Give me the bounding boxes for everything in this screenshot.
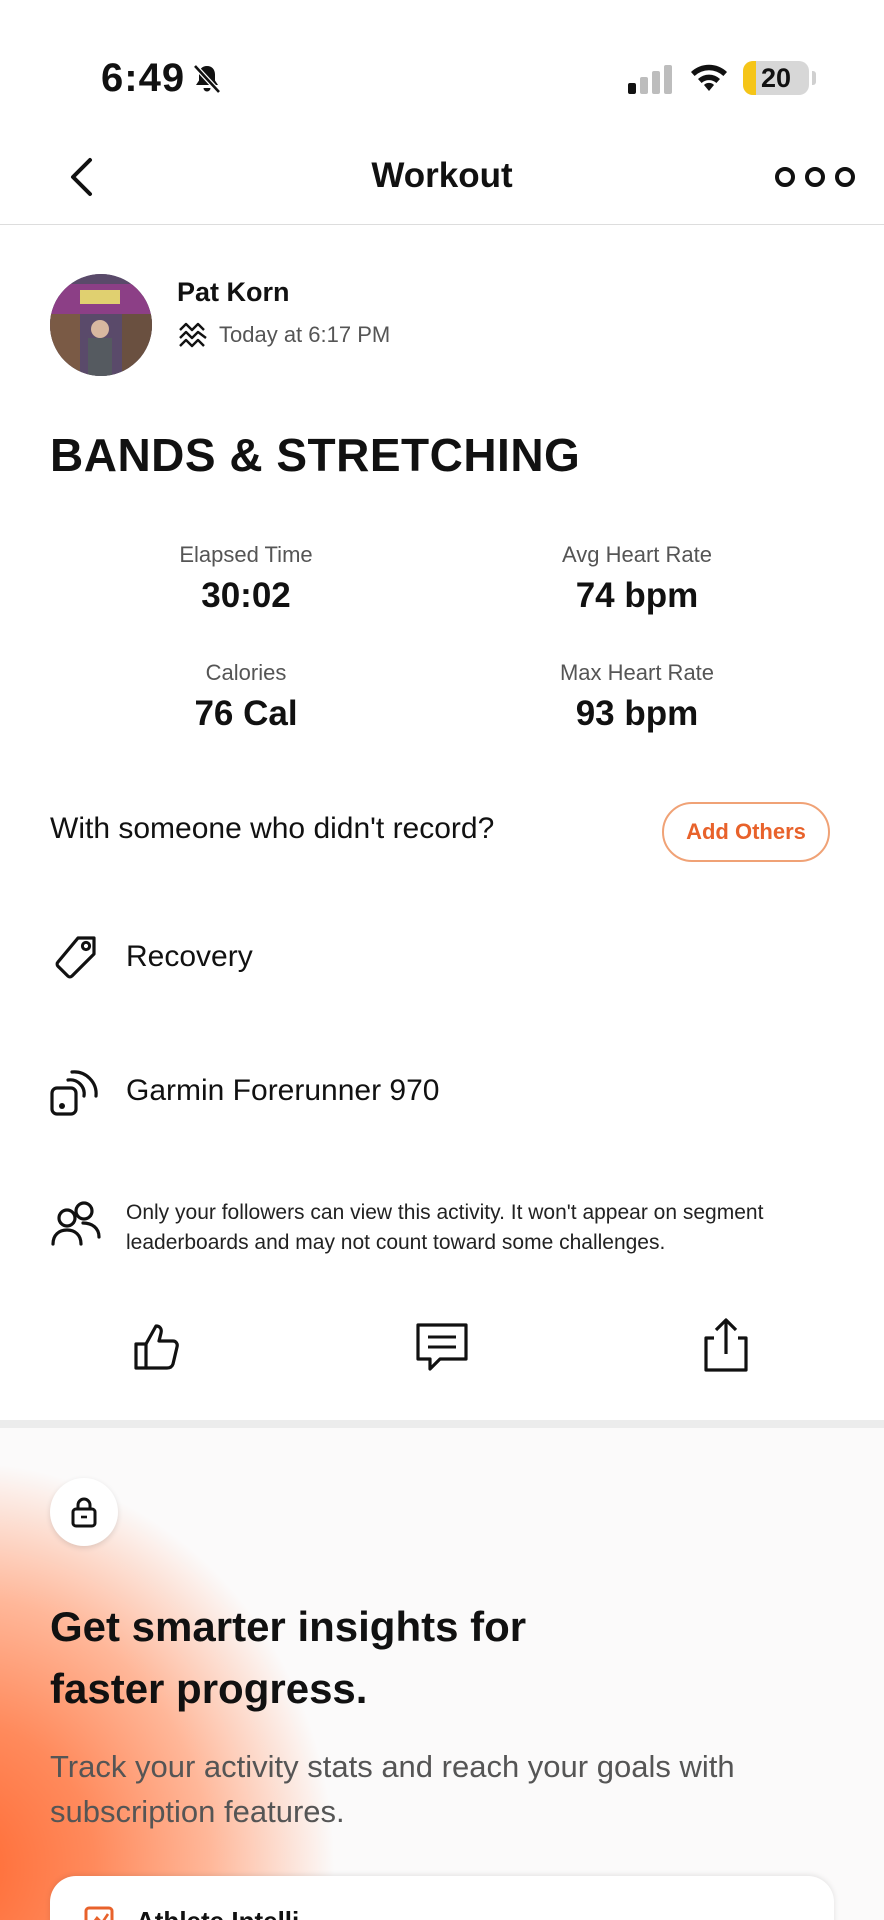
wifi-icon bbox=[691, 64, 727, 91]
promo-card-label: Athlete Intelli bbox=[136, 1906, 299, 1920]
activity-title: BANDS & STRETCHING bbox=[50, 429, 581, 481]
battery-percent: 20 bbox=[760, 63, 792, 93]
stat-label: Avg Heart Rate bbox=[561, 542, 712, 567]
status-bar: 6:49 20 bbox=[0, 0, 884, 130]
recording-device: Garmin Forerunner 970 bbox=[126, 1074, 440, 1107]
stat-calories: Calories 76 Cal bbox=[96, 660, 396, 734]
comment-icon[interactable] bbox=[412, 1316, 472, 1376]
stat-label: Elapsed Time bbox=[179, 542, 313, 567]
athlete-name[interactable]: Pat Korn bbox=[177, 277, 290, 308]
add-others-button[interactable]: Add Others bbox=[662, 802, 830, 862]
followers-icon bbox=[51, 1201, 101, 1246]
thumbs-up-icon[interactable] bbox=[128, 1316, 188, 1376]
stat-label: Max Heart Rate bbox=[559, 660, 715, 685]
stat-value: 76 Cal bbox=[194, 694, 298, 733]
activity-tag[interactable]: Recovery bbox=[126, 940, 253, 974]
more-dots-icon[interactable] bbox=[770, 162, 860, 192]
promo-feature-card[interactable]: Athlete Intelli bbox=[50, 1876, 834, 1920]
lock-icon bbox=[71, 1497, 97, 1528]
bell-muted-icon bbox=[193, 64, 221, 94]
chart-icon bbox=[84, 1906, 114, 1920]
subscription-promo: Get smarter insights for faster progress… bbox=[0, 1428, 884, 1920]
stat-value: 74 bpm bbox=[575, 576, 699, 615]
page-title: Workout bbox=[371, 156, 513, 195]
stat-elapsed-time: Elapsed Time 30:02 bbox=[96, 542, 396, 616]
promo-subtext: Track your activity stats and reach your… bbox=[50, 1749, 735, 1829]
lock-badge bbox=[50, 1478, 118, 1546]
activity-wave-icon bbox=[179, 322, 207, 348]
athlete-avatar[interactable] bbox=[50, 274, 152, 376]
workout-screen: 6:49 20 Workout Pat Korn Today at 6:17 P… bbox=[0, 0, 884, 1920]
with-others-prompt: With someone who didn't record? bbox=[50, 812, 495, 845]
stat-label: Calories bbox=[205, 660, 287, 685]
status-time: 6:49 bbox=[101, 56, 186, 100]
cellular-signal-icon bbox=[628, 65, 672, 94]
stat-max-heart-rate: Max Heart Rate 93 bpm bbox=[487, 660, 787, 734]
device-watch-icon bbox=[50, 1070, 98, 1116]
nav-bar: Workout bbox=[0, 130, 884, 225]
activity-timestamp: Today at 6:17 PM bbox=[219, 322, 391, 347]
section-divider bbox=[0, 1420, 884, 1428]
promo-headline: Get smarter insights for faster progress… bbox=[50, 1603, 527, 1712]
tag-icon bbox=[55, 936, 96, 979]
avatar-photo bbox=[50, 274, 152, 376]
stat-value: 93 bpm bbox=[575, 694, 699, 733]
stat-value: 30:02 bbox=[201, 576, 291, 615]
share-icon[interactable] bbox=[696, 1316, 756, 1376]
privacy-notice: Only your followers can view this activi… bbox=[126, 1201, 764, 1254]
battery-nub bbox=[812, 71, 816, 85]
stat-avg-heart-rate: Avg Heart Rate 74 bpm bbox=[487, 542, 787, 616]
battery-indicator: 20 bbox=[743, 61, 809, 95]
